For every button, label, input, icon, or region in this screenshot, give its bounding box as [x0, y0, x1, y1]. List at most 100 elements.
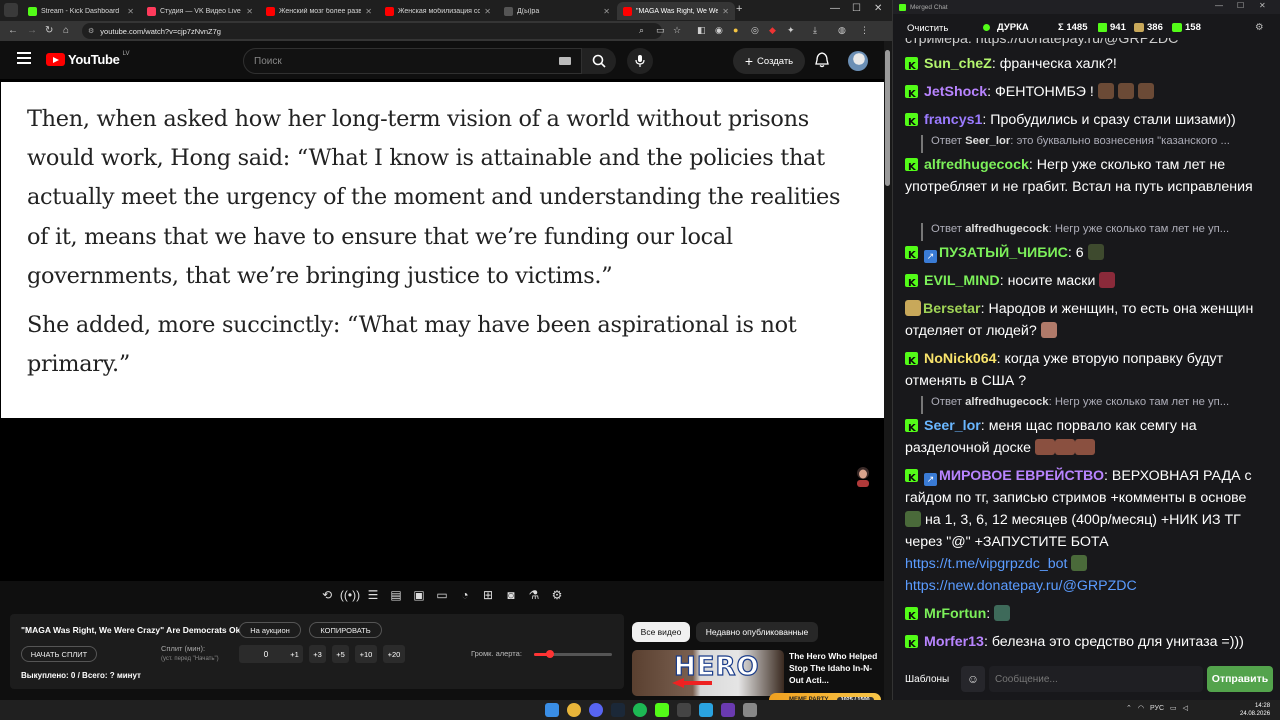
start-menu-icon[interactable]	[545, 703, 559, 717]
chat-nick[interactable]: NoNick064	[924, 351, 997, 367]
close-window-icon[interactable]: ✕	[1259, 1, 1266, 10]
chip-recent[interactable]: Недавно опубликованные	[696, 622, 818, 642]
chat-nick[interactable]: ПУЗАТЫЙ_ЧИБИС	[939, 245, 1068, 261]
chat-nick[interactable]: Bersetar	[923, 301, 981, 317]
flask-icon[interactable]: ⚗	[525, 586, 543, 604]
minimize-icon[interactable]: —	[830, 3, 840, 14]
youtube-logo[interactable]: YouTube LV	[46, 51, 129, 67]
minimize-icon[interactable]: —	[1215, 1, 1223, 10]
zoom-icon[interactable]: ⌕	[639, 25, 644, 36]
app-icon[interactable]	[721, 703, 735, 717]
notifications-button[interactable]	[815, 52, 829, 73]
home-icon[interactable]: ⌂	[63, 25, 69, 36]
close-tab-icon[interactable]: ✕	[722, 7, 729, 16]
send-button[interactable]: Отправить	[1207, 666, 1273, 692]
tab-active-video[interactable]: "MAGA Was Right, We Wer ✕	[617, 2, 735, 20]
speed-gauge-icon[interactable]: ◔	[456, 586, 474, 604]
tray-chevron-icon[interactable]: ⌃	[1126, 704, 1132, 712]
maximize-icon[interactable]: ☐	[1237, 1, 1244, 10]
browser-menu-icon[interactable]: ⋮	[860, 25, 869, 36]
app-icon[interactable]	[677, 703, 691, 717]
spotify-icon[interactable]	[633, 703, 647, 717]
loop-icon[interactable]: ⟲	[318, 586, 336, 604]
emoji-picker-icon[interactable]: ☺	[961, 666, 985, 692]
chrome-icon[interactable]	[567, 703, 581, 717]
chat-nick[interactable]: Morfer13	[924, 634, 984, 650]
close-tab-icon[interactable]: ✕	[127, 7, 134, 16]
clapper-icon[interactable]: ▤	[387, 586, 405, 604]
templates-button[interactable]: Шаблоны	[899, 666, 955, 692]
new-tab-icon[interactable]: +	[736, 3, 742, 15]
chat-link[interactable]: https://new.donatepay.ru/@GRPZDC	[905, 578, 1137, 594]
maximize-icon[interactable]: ☐	[852, 3, 861, 14]
chip-all-videos[interactable]: Все видео	[632, 622, 690, 642]
add-box-icon[interactable]: ⊞	[479, 586, 497, 604]
close-tab-icon[interactable]: ✕	[246, 7, 253, 16]
tab-kick-dashboard[interactable]: Stream - Kick Dashboard ✕	[22, 2, 140, 20]
app-icon[interactable]	[743, 703, 757, 717]
gear-icon[interactable]: ⚙	[548, 586, 566, 604]
bookmark-star-icon[interactable]: ☆	[673, 25, 681, 36]
chat-nick[interactable]: МИРОВОЕ ЕВРЕЙСТВО	[939, 468, 1104, 484]
increment-1-button[interactable]: +1	[286, 645, 303, 663]
split-minutes-input[interactable]: 0	[239, 645, 293, 663]
start-split-button[interactable]: НАЧАТЬ СПЛИТ	[21, 646, 97, 662]
close-tab-icon[interactable]: ✕	[484, 7, 491, 16]
search-input[interactable]: Поиск	[243, 48, 582, 74]
auction-button[interactable]: На аукцион	[239, 622, 301, 638]
tab-search-icon[interactable]	[4, 3, 18, 17]
chat-nick[interactable]: Sun_cheZ	[924, 56, 992, 72]
chat-message-input[interactable]: Сообщение...	[989, 666, 1203, 692]
chat-link[interactable]: https://t.me/vipgrpzdc_bot	[905, 556, 1067, 572]
picture-in-picture-icon[interactable]: ▣	[410, 586, 428, 604]
back-icon[interactable]: ←	[8, 25, 18, 36]
chat-nick[interactable]: EVIL_MIND	[924, 273, 1000, 289]
chat-nick[interactable]: Seer_lor	[924, 418, 981, 434]
create-button[interactable]: + Создать	[733, 48, 805, 74]
steam-icon[interactable]	[611, 703, 625, 717]
copy-button[interactable]: КОПИРОВАТЬ	[309, 622, 382, 638]
tab-dyra[interactable]: Д(ы)ра ✕	[498, 2, 616, 20]
keyboard-icon[interactable]	[559, 57, 571, 65]
increment-3-button[interactable]: +3	[309, 645, 326, 663]
input-language[interactable]: РУС	[1150, 705, 1164, 712]
extensions-puzzle-icon[interactable]: ✦	[787, 25, 795, 36]
suggested-video-thumbnail[interactable]: HERO	[632, 650, 784, 696]
forward-icon[interactable]: →	[27, 25, 37, 36]
clear-chat-button[interactable]: Очистить	[901, 19, 954, 37]
scrollbar-thumb[interactable]	[885, 50, 890, 186]
increment-20-button[interactable]: +20	[383, 645, 405, 663]
download-icon[interactable]: ⤓	[813, 25, 817, 36]
clock[interactable]: 14:28 24.08.2026	[1240, 702, 1270, 718]
search-button[interactable]	[582, 48, 616, 74]
extension-icon[interactable]: ◧	[697, 25, 706, 36]
site-info-icon[interactable]: ⚙	[88, 27, 94, 35]
close-window-icon[interactable]: ✕	[874, 3, 882, 14]
chat-nick[interactable]: francys1	[924, 112, 982, 128]
subtitles-icon[interactable]: ▭	[433, 586, 451, 604]
voice-search-button[interactable]	[627, 48, 653, 74]
playlist-icon[interactable]: ☰	[364, 586, 382, 604]
reply-reference[interactable]: Ответ alfredhugecock: Негр уже сколько т…	[921, 223, 1261, 241]
discord-icon[interactable]	[589, 703, 603, 717]
profile-icon[interactable]: ◍	[838, 25, 846, 36]
omnibox[interactable]: ⚙ youtube.com/watch?v=cjp7zNvnZ7g	[82, 23, 662, 39]
alert-volume-knob[interactable]	[545, 650, 554, 658]
chat-nick[interactable]: MrFortun	[924, 606, 986, 622]
wifi-icon[interactable]: ◠	[1138, 704, 1144, 712]
reply-reference[interactable]: Ответ Seer_lor: это буквально вознесения…	[921, 135, 1261, 153]
volume-icon[interactable]: ◁	[1183, 704, 1188, 712]
extension-icon[interactable]: ◎	[751, 25, 759, 36]
avatar[interactable]	[848, 51, 868, 71]
cast-icon[interactable]: ▭	[656, 25, 665, 36]
settings-gear-icon[interactable]: ⚙	[1255, 22, 1264, 33]
reply-reference[interactable]: Ответ alfredhugecock: Негр уже сколько т…	[921, 396, 1261, 414]
extension-icon[interactable]: ◉	[715, 25, 723, 36]
reload-icon[interactable]: ↻	[45, 25, 53, 36]
chat-nick[interactable]: JetShock	[924, 84, 987, 100]
audio-wave-icon[interactable]: ((•))	[340, 586, 360, 604]
kick-app-icon[interactable]	[655, 703, 669, 717]
increment-10-button[interactable]: +10	[355, 645, 377, 663]
tab-vk-studio[interactable]: Студия — VK Видео Live ✕	[141, 2, 259, 20]
hamburger-menu-icon[interactable]	[17, 52, 31, 64]
